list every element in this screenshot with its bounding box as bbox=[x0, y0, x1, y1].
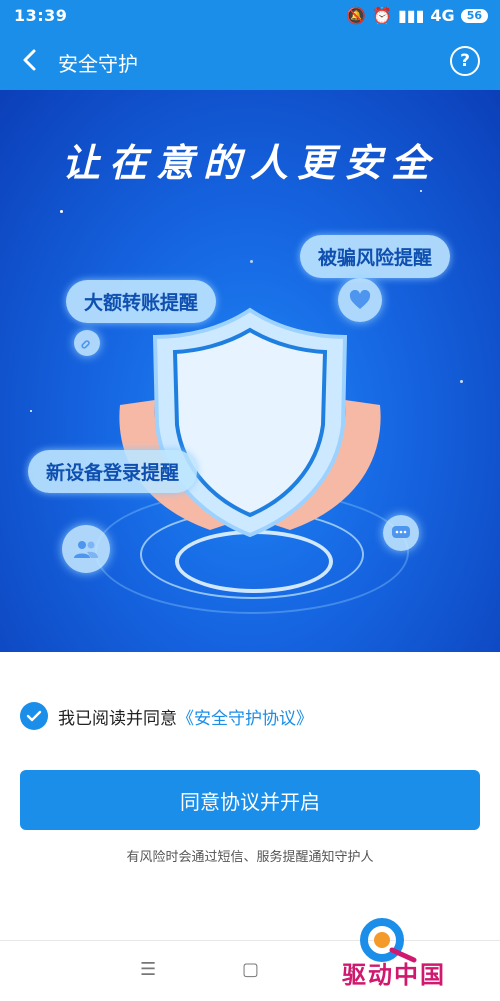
large-transfer-bubble: 大额转账提醒 bbox=[66, 280, 217, 323]
sparkle bbox=[60, 210, 63, 213]
help-icon[interactable]: ? bbox=[450, 46, 480, 76]
users-icon bbox=[62, 525, 110, 573]
sparkle bbox=[30, 410, 32, 412]
sparkle bbox=[420, 190, 422, 192]
agreement-label: 我已阅读并同意 bbox=[58, 708, 177, 729]
sparkle bbox=[250, 260, 253, 263]
mute-icon: 🔕 bbox=[346, 6, 367, 25]
link-icon bbox=[74, 330, 100, 356]
signal-icon: ▮▮▮ bbox=[398, 6, 425, 25]
status-bar: 13:39 🔕 ⏰ ▮▮▮ 4G 56 bbox=[0, 0, 500, 32]
agreement-row[interactable]: 我已阅读并同意 《安全守护协议》 bbox=[20, 702, 313, 730]
shield-icon bbox=[152, 307, 348, 538]
watermark-text: 驱动中国 bbox=[342, 961, 446, 989]
status-time: 13:39 bbox=[14, 6, 68, 25]
back-arrow-icon[interactable] bbox=[14, 44, 46, 76]
status-icons: 🔕 ⏰ ▮▮▮ 4G 56 bbox=[346, 6, 488, 25]
header-bar: 安全守护 ? bbox=[0, 32, 500, 90]
agree-and-enable-button[interactable]: 同意协议并开启 bbox=[20, 770, 480, 830]
menu-icon[interactable]: ☰ bbox=[140, 959, 156, 980]
battery-icon: 56 bbox=[460, 8, 488, 23]
network-label: 4G bbox=[430, 6, 455, 25]
page-title: 安全守护 bbox=[58, 52, 138, 76]
notification-note: 有风险时会通过短信、服务提醒通知守护人 bbox=[126, 850, 374, 865]
hero-slogan: 让在意的人更安全 bbox=[61, 140, 438, 185]
fraud-risk-bubble: 被骗风险提醒 bbox=[300, 235, 451, 278]
sparkle bbox=[460, 380, 463, 383]
heart-icon bbox=[338, 278, 382, 322]
agreement-link[interactable]: 《安全守护协议》 bbox=[177, 704, 313, 729]
chat-icon bbox=[383, 515, 419, 551]
hero-banner: 让在意的人更安全 被骗风险提醒 大额转账提醒 新设备登录提醒 bbox=[0, 90, 500, 652]
home-icon[interactable]: ▢ bbox=[242, 959, 259, 980]
alarm-icon: ⏰ bbox=[372, 6, 392, 25]
new-device-bubble: 新设备登录提醒 bbox=[28, 450, 198, 493]
checkbox-checked-icon[interactable] bbox=[20, 702, 48, 730]
watermark-logo: 驱动中国 bbox=[342, 915, 472, 995]
